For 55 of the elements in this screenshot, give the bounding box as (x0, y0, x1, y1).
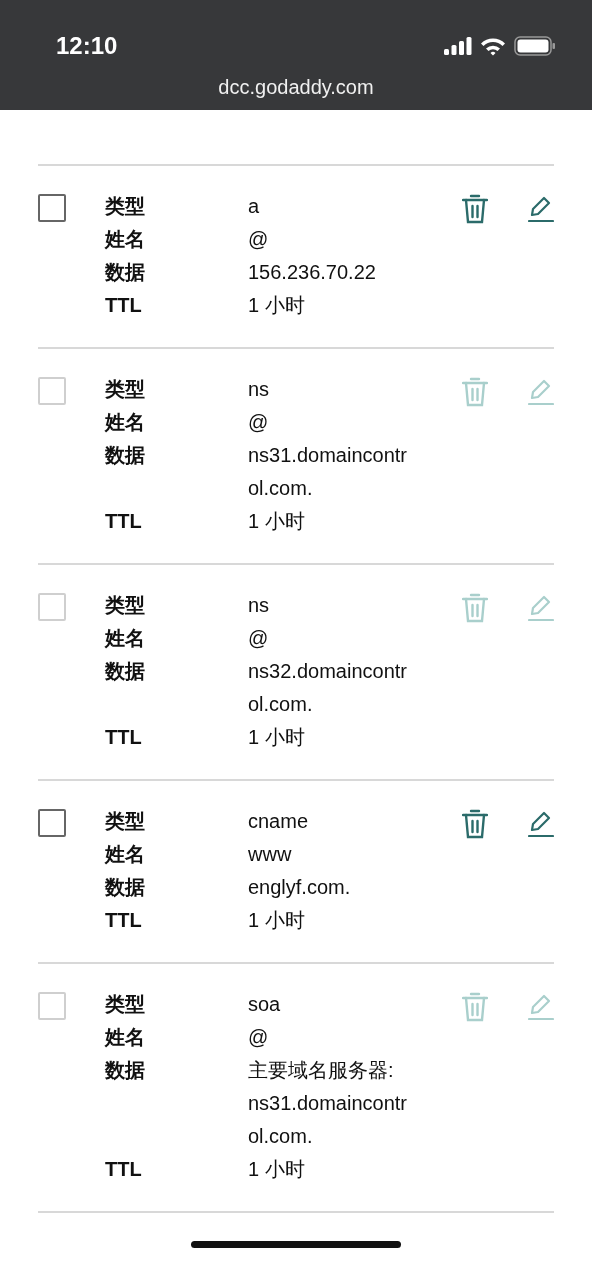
field-label: TTL (105, 509, 143, 534)
field-value: ol.com. (248, 692, 314, 717)
field-label: 姓名 (105, 410, 146, 435)
status-time: 12:10 (56, 32, 118, 60)
field-value: ol.com. (248, 1124, 314, 1149)
field-label: 类型 (105, 194, 146, 219)
edit-icon[interactable] (528, 809, 554, 837)
field-value: englyf.com. (248, 875, 351, 900)
address-bar-url[interactable]: dcc.godaddy.com (0, 76, 592, 99)
field-label: 姓名 (105, 1025, 146, 1050)
field-label: TTL (105, 725, 143, 750)
field-label: 数据 (105, 1058, 146, 1083)
field-value: soa (248, 992, 281, 1017)
field-label: 类型 (105, 593, 146, 618)
field-value: @ (248, 410, 269, 435)
field-label: 类型 (105, 809, 146, 834)
field-label: 姓名 (105, 227, 146, 252)
battery-icon (514, 36, 556, 56)
trash-icon[interactable] (462, 194, 488, 224)
field-value: cname (248, 809, 309, 834)
field-label: 姓名 (105, 626, 146, 651)
record-checkbox[interactable] (38, 194, 66, 222)
field-label: TTL (105, 908, 143, 933)
field-label: 数据 (105, 875, 146, 900)
field-label: 类型 (105, 992, 146, 1017)
field-label: TTL (105, 1157, 143, 1182)
field-label: 数据 (105, 443, 146, 468)
edit-icon[interactable] (528, 194, 554, 222)
field-label: TTL (105, 293, 143, 318)
field-value: 1 小时 (248, 908, 305, 933)
field-value: 主要域名服务器: (248, 1058, 395, 1083)
field-value: 156.236.70.22 (248, 260, 376, 285)
record-checkbox[interactable] (38, 809, 66, 837)
wifi-icon (480, 36, 506, 56)
field-value: 1 小时 (248, 293, 305, 318)
field-label: 姓名 (105, 842, 146, 867)
field-value: 1 小时 (248, 509, 305, 534)
field-value: @ (248, 1025, 269, 1050)
field-value: ns (248, 593, 270, 618)
field-value: ol.com. (248, 476, 314, 501)
field-value: www (248, 842, 292, 867)
field-value: ns31.domaincontr (248, 443, 407, 468)
signal-icon (444, 37, 472, 55)
trash-icon[interactable] (462, 809, 488, 839)
field-value: ns (248, 377, 270, 402)
field-label: 数据 (105, 659, 146, 684)
field-value: a (248, 194, 260, 219)
field-label: 类型 (105, 377, 146, 402)
field-value: @ (248, 227, 269, 252)
field-value: 1 小时 (248, 1157, 305, 1182)
field-value: @ (248, 626, 269, 651)
field-value: ns32.domaincontr (248, 659, 407, 684)
field-value: ns31.domaincontr (248, 1091, 407, 1116)
field-label: 数据 (105, 260, 146, 285)
field-value: 1 小时 (248, 725, 305, 750)
